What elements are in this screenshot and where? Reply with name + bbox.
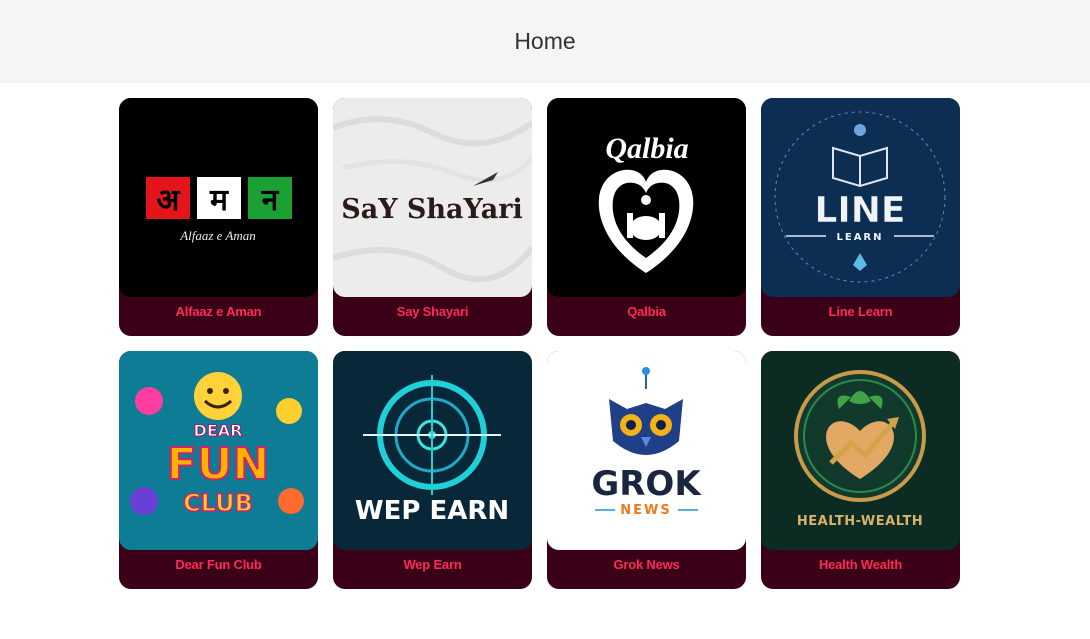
- alfaaz-e-aman-logo: अ म न Alfaaz e Aman: [119, 98, 318, 297]
- logo-caption: Alfaaz e Aman: [179, 228, 256, 243]
- health-wealth-logo: HEALTH-WEALTH: [761, 351, 960, 550]
- logo-text: LINE: [814, 190, 905, 231]
- wep-earn-logo: WEP EARN: [333, 351, 532, 550]
- app-title: Grok News: [613, 557, 680, 572]
- logo-letter: म: [209, 183, 229, 218]
- logo-text-line: CLUB: [183, 489, 253, 517]
- line-learn-logo: LINE LEARN: [761, 98, 960, 297]
- logo-text: SaY ShaYari: [341, 194, 522, 225]
- top-header: Home: [0, 0, 1090, 83]
- logo-text-line: FUN: [167, 439, 270, 490]
- say-shayari-logo: SaY ShaYari: [333, 98, 532, 297]
- app-title: Qalbia: [627, 304, 666, 319]
- logo-letter: अ: [157, 183, 181, 218]
- logo-text-line: DEAR: [194, 421, 243, 440]
- app-card-dear-fun-club[interactable]: DEAR FUN CLUB Dear Fun Club: [119, 351, 318, 589]
- app-card-health-wealth[interactable]: HEALTH-WEALTH Health Wealth: [761, 351, 960, 589]
- app-title: Health Wealth: [818, 557, 903, 572]
- app-grid: अ म न Alfaaz e Aman Alfaaz e Aman SaY Sh…: [119, 98, 960, 589]
- logo-subtext: NEWS: [620, 503, 671, 518]
- logo-text: HEALTH-WEALTH: [797, 514, 923, 529]
- app-card-say-shayari[interactable]: SaY ShaYari Say Shayari: [333, 98, 532, 336]
- logo-text: Qalbia: [605, 132, 688, 165]
- app-card-wep-earn[interactable]: WEP EARN Wep Earn: [333, 351, 532, 589]
- logo-subtext: LEARN: [836, 232, 883, 243]
- app-card-line-learn[interactable]: LINE LEARN Line Learn: [761, 98, 960, 336]
- logo-text: WEP EARN: [355, 496, 509, 526]
- dear-fun-club-logo: DEAR FUN CLUB: [119, 351, 318, 550]
- logo-text: GROK: [591, 464, 702, 504]
- app-title: Say Shayari: [396, 304, 469, 319]
- app-card-alfaaz-e-aman[interactable]: अ म न Alfaaz e Aman Alfaaz e Aman: [119, 98, 318, 336]
- app-card-qalbia[interactable]: Qalbia Qalbia: [547, 98, 746, 336]
- app-title: Line Learn: [828, 304, 893, 319]
- qalbia-logo: Qalbia: [547, 98, 746, 297]
- logo-letter: न: [261, 183, 280, 218]
- page-title: Home: [514, 28, 576, 54]
- app-title: Wep Earn: [403, 557, 462, 572]
- app-card-grok-news[interactable]: GROK NEWS Grok News: [547, 351, 746, 589]
- app-title: Dear Fun Club: [175, 557, 262, 572]
- app-title: Alfaaz e Aman: [175, 304, 262, 319]
- grok-news-logo: GROK NEWS: [547, 351, 746, 550]
